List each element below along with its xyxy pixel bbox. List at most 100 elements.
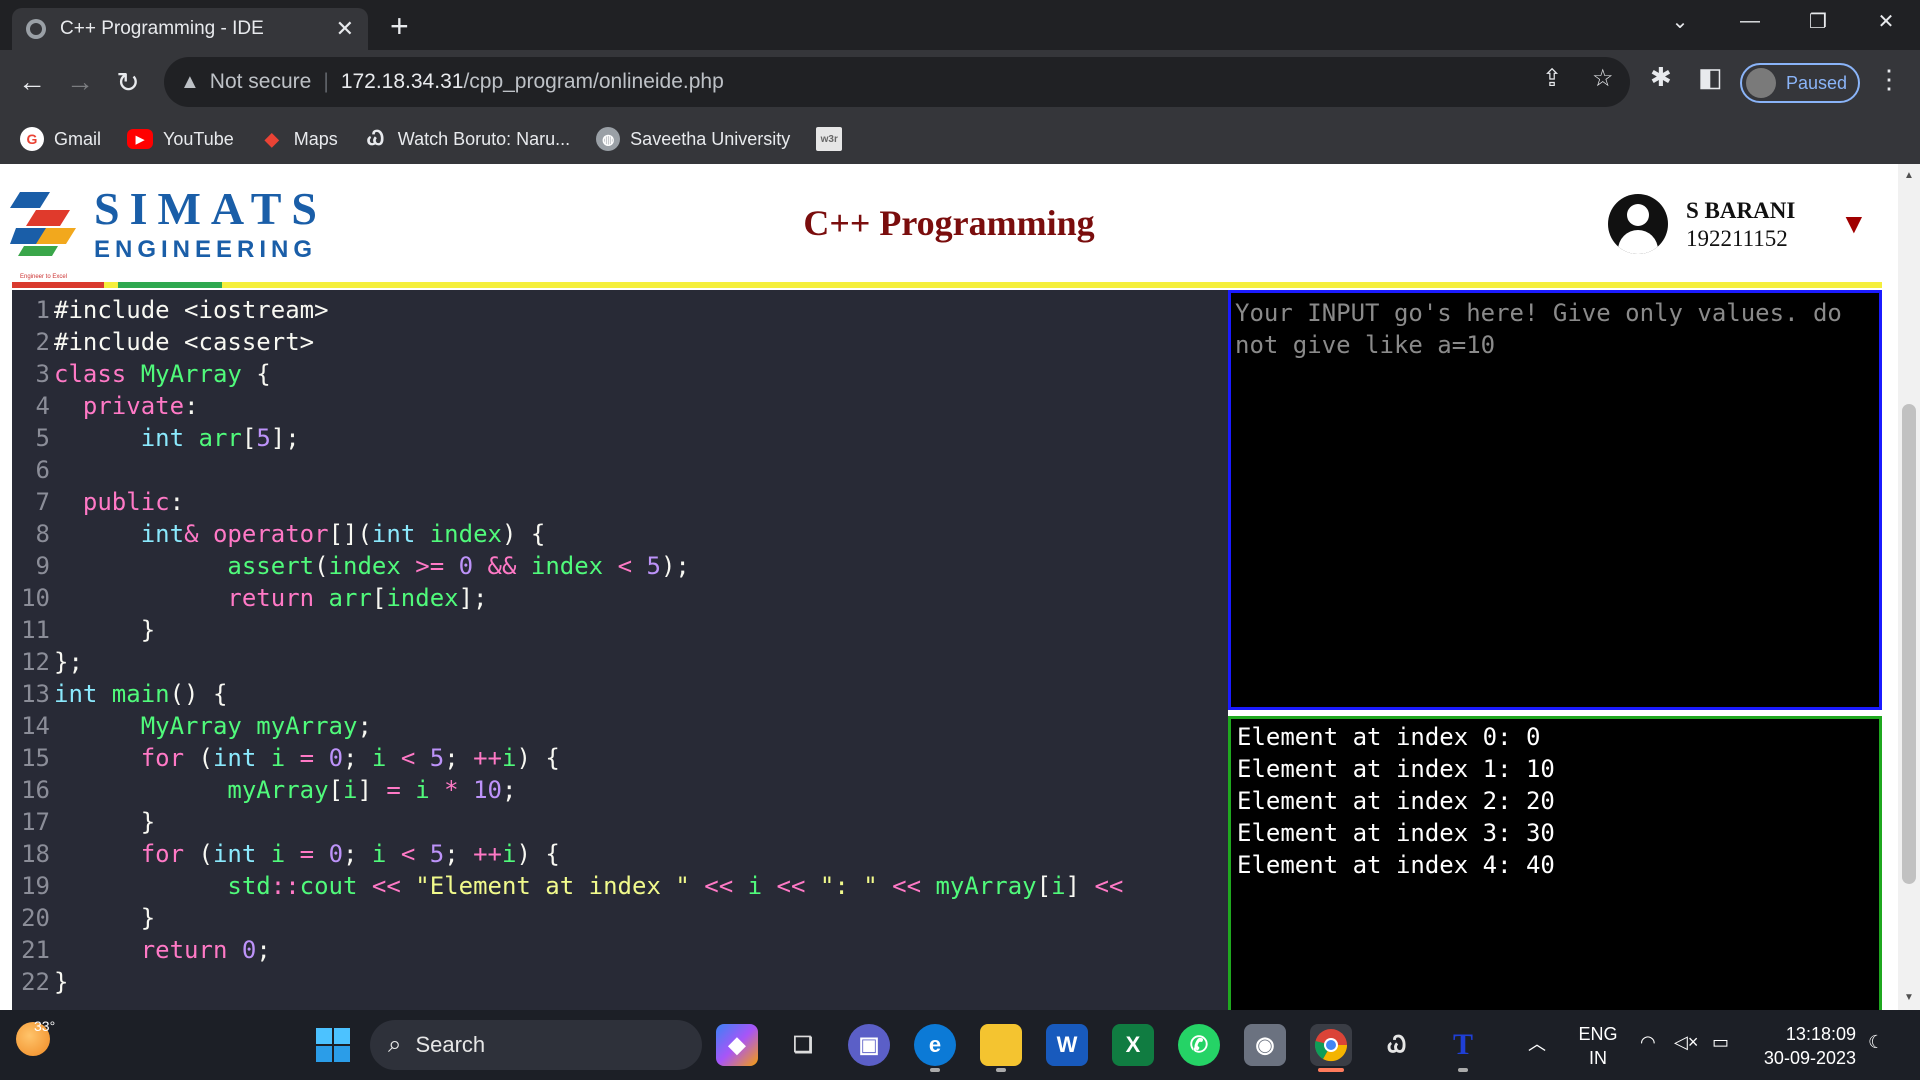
code-token: >= — [415, 552, 459, 580]
new-tab-button[interactable]: + — [390, 8, 409, 44]
code-line[interactable]: 3 class MyArray { — [12, 358, 1228, 390]
extensions-icon[interactable]: ✱ — [1650, 62, 1672, 93]
code-line[interactable]: 11 } — [12, 614, 1228, 646]
word-icon[interactable]: W — [1046, 1024, 1088, 1066]
code-line[interactable]: 16 myArray[i] = i * 10; — [12, 774, 1228, 806]
reload-icon[interactable]: ↻ — [108, 62, 148, 102]
window-close-icon[interactable]: ✕ — [1856, 0, 1916, 42]
code-line[interactable]: 13 int main() { — [12, 678, 1228, 710]
file-explorer-icon[interactable] — [980, 1024, 1022, 1066]
battery-icon[interactable]: ▭ — [1712, 1032, 1729, 1053]
bookmark-item[interactable]: ◆ Maps — [260, 127, 338, 151]
back-icon[interactable]: ← — [12, 62, 52, 102]
code-token: 0 — [328, 840, 344, 868]
code-token: int — [140, 520, 185, 548]
output-line: Element at index 4: 40 — [1237, 851, 1555, 879]
scrollbar-thumb[interactable] — [1902, 404, 1916, 884]
code-token: ; — [501, 776, 517, 804]
tab-search-icon[interactable]: ⌄ — [1650, 0, 1710, 42]
code-line[interactable]: 7 public: — [12, 486, 1228, 518]
line-number: 5 — [35, 424, 50, 452]
user-avatar-icon[interactable] — [1608, 194, 1668, 254]
bookmark-label: Maps — [293, 128, 338, 149]
code-line[interactable]: 15 for (int i = 0; i < 5; ++i) { — [12, 742, 1228, 774]
language-indicator[interactable]: ENG IN — [1578, 1022, 1618, 1070]
code-line[interactable]: 8 int& operator[](int index) { — [12, 518, 1228, 550]
close-tab-icon[interactable]: ✕ — [336, 16, 354, 42]
boruto-app-icon[interactable]: Ꮗ — [1376, 1024, 1418, 1066]
chrome-icon[interactable] — [1310, 1024, 1352, 1066]
code-token: 5 — [256, 424, 271, 452]
code-line[interactable]: 5 int arr[5]; — [12, 422, 1228, 454]
code-token: operator — [212, 520, 329, 548]
start-icon[interactable] — [312, 1024, 354, 1066]
bookmark-item[interactable]: ▶ YouTube — [127, 129, 234, 150]
code-line[interactable]: 19 std::cout << "Element at index " << i… — [12, 870, 1228, 902]
chrome-active-indicator — [1318, 1068, 1344, 1072]
code-token: myArray — [935, 872, 1037, 900]
code-token: for — [140, 840, 199, 868]
typing-app-icon[interactable]: T — [1442, 1024, 1484, 1066]
code-line[interactable]: 21 return 0; — [12, 934, 1228, 966]
minimize-icon[interactable]: — — [1720, 0, 1780, 42]
notifications-icon[interactable]: ☾ — [1868, 1032, 1884, 1053]
forward-icon[interactable]: → — [60, 62, 100, 102]
windows-taskbar: 33° ⌕ Search ◆ ❏ ▣ e W X ✆ ◉ Ꮗ T ︿ ENG I… — [0, 1010, 1920, 1080]
code-line[interactable]: 2 #include <cassert> — [12, 326, 1228, 358]
scroll-up-icon[interactable]: ▲ — [1904, 170, 1914, 181]
globe-icon: ◍ — [596, 127, 621, 151]
code-line[interactable]: 10 return arr[index]; — [12, 582, 1228, 614]
profile-button[interactable]: Paused — [1740, 63, 1860, 103]
code-line[interactable]: 18 for (int i = 0; i < 5; ++i) { — [12, 838, 1228, 870]
edge-icon[interactable]: e — [914, 1024, 956, 1066]
scroll-down-icon[interactable]: ▼ — [1904, 992, 1914, 1003]
whatsapp-icon[interactable]: ✆ — [1178, 1024, 1220, 1066]
bookmark-item[interactable]: G Gmail — [20, 127, 101, 151]
side-panel-icon[interactable]: ◧ — [1698, 62, 1723, 93]
code-token: return — [227, 584, 329, 612]
code-line[interactable]: 12}; — [12, 646, 1228, 678]
security-status: Not secure — [209, 70, 312, 93]
code-line[interactable]: 14 MyArray myArray; — [12, 710, 1228, 742]
header-divider — [12, 282, 1882, 288]
share-icon[interactable]: ⇪ — [1542, 64, 1562, 93]
code-line[interactable]: 1 #include <iostream> — [12, 294, 1228, 326]
code-line[interactable]: 22} — [12, 966, 1228, 998]
menu-kebab-icon[interactable]: ⋮ — [1876, 64, 1902, 95]
code-line[interactable]: 9 assert(index >= 0 && index < 5); — [12, 550, 1228, 582]
wifi-icon[interactable]: ◠ — [1640, 1032, 1656, 1053]
browser-tab[interactable]: C++ Programming - IDE ✕ — [12, 8, 368, 50]
page-scrollbar[interactable]: ▲ ▼ — [1898, 164, 1920, 1010]
bookmark-item[interactable]: Ꮗ Watch Boruto: Naru... — [363, 127, 570, 151]
copilot-icon[interactable]: ◆ — [716, 1024, 758, 1066]
code-token: index — [429, 520, 502, 548]
excel-icon[interactable]: X — [1112, 1024, 1154, 1066]
line-number: 9 — [35, 552, 50, 580]
tray-overflow-icon[interactable]: ︿ — [1528, 1030, 1546, 1056]
bookmark-item[interactable]: ◍ Saveetha University — [596, 127, 790, 151]
restore-icon[interactable]: ❐ — [1788, 0, 1848, 42]
code-line[interactable]: 17 } — [12, 806, 1228, 838]
weather-widget[interactable]: 33° — [16, 1018, 55, 1056]
taskbar-search[interactable]: ⌕ Search — [370, 1020, 702, 1070]
code-token: 0 — [241, 936, 257, 964]
system-clock[interactable]: 13:18:09 30-09-2023 — [1760, 1022, 1856, 1070]
volume-muted-icon[interactable]: ◁× — [1674, 1032, 1698, 1053]
bookmark-star-icon[interactable]: ☆ — [1592, 64, 1614, 93]
code-token: index — [386, 584, 459, 612]
camera-icon[interactable]: ◉ — [1244, 1024, 1286, 1066]
bookmark-item[interactable]: w3r — [816, 127, 852, 151]
code-editor[interactable]: 1 #include <iostream> 2 #include <cassert> 3… — [12, 290, 1228, 1010]
code-token: < — [617, 552, 647, 580]
code-text: int& operator[](int index) { — [52, 518, 546, 550]
code-line[interactable]: 4 private: — [12, 390, 1228, 422]
code-line[interactable]: 6 — [12, 454, 1228, 486]
task-view-icon[interactable]: ❏ — [782, 1024, 824, 1066]
user-menu-caret-icon[interactable]: ▼ — [1840, 208, 1868, 240]
code-text: std::cout << "Element at index " << i <<… — [52, 870, 1123, 902]
teams-chat-icon[interactable]: ▣ — [848, 1024, 890, 1066]
code-line[interactable]: 20 } — [12, 902, 1228, 934]
program-input-textarea[interactable]: Your INPUT go's here! Give only values. … — [1228, 290, 1882, 710]
tab-title: C++ Programming - IDE — [60, 18, 264, 39]
address-bar[interactable]: ▲ Not secure | 172.18.34.31 /cpp_program… — [164, 57, 1630, 107]
